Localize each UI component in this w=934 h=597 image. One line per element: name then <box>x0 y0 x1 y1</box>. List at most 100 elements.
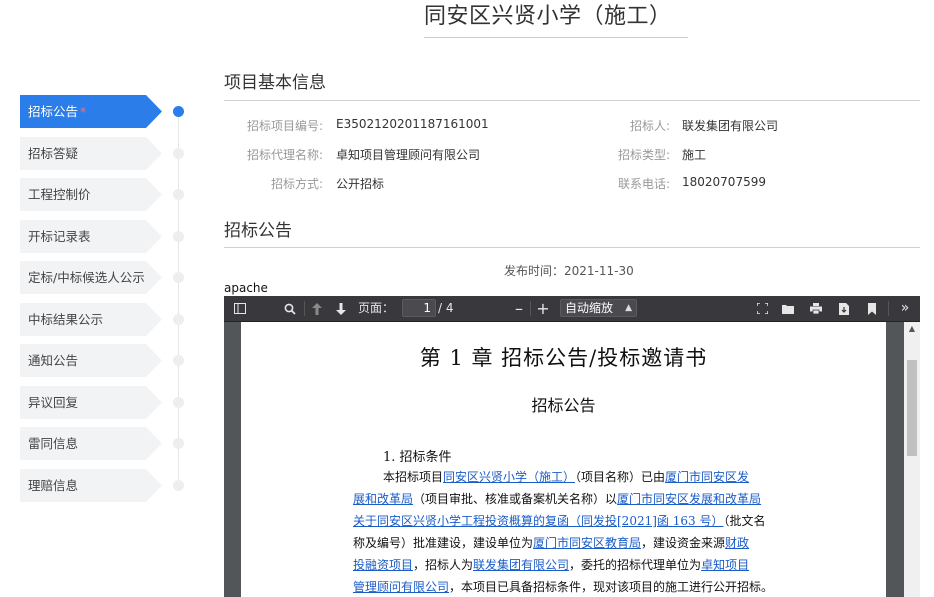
tools-menu-icon[interactable]: » <box>896 296 914 321</box>
bookmark-icon[interactable] <box>864 296 880 321</box>
doc-text: ，招标人为 <box>413 558 474 572</box>
page-total: / 4 <box>438 301 454 315</box>
agency-value: 卓知项目管理顾问有限公司 <box>336 148 481 162</box>
sidebar-item-label: 中标结果公示 <box>28 312 104 327</box>
next-page-icon[interactable] <box>334 296 348 321</box>
scroll-thumb[interactable] <box>907 360 917 456</box>
doc-underlined-text: 同安区兴贤小学（施工） <box>443 470 576 484</box>
method-label: 招标方式: <box>270 177 323 191</box>
doc-text: （项目名称）已由 <box>575 470 666 484</box>
timeline-dot <box>173 397 184 408</box>
doc-underlined-text: 厦门市同安区发展和改革局 <box>617 492 762 506</box>
sidebar-item-bid-notice[interactable]: 招标公告 * <box>20 95 162 128</box>
download-icon[interactable] <box>836 296 852 321</box>
pdf-viewer: 页面： 1 / 4 – + 自动缩放 ▲ » 第 1 章 招标公告/投标邀请书 招… <box>224 296 920 597</box>
timeline-dot <box>173 272 184 283</box>
tenderer-value: 联发集团有限公司 <box>682 119 779 133</box>
sidebar-item-label: 通知公告 <box>28 353 79 368</box>
doc-text: ，委托的招标代理单位为 <box>569 558 702 572</box>
doc-line: 本招标项目同安区兴贤小学（施工）（项目名称）已由厦门市同安区发 <box>383 468 749 485</box>
sidebar-item-control-price[interactable]: 工程控制价 <box>20 178 162 211</box>
doc-line: 投融资项目，招标人为联发集团有限公司，委托的招标代理单位为卓知项目 <box>353 556 749 573</box>
type-value: 施工 <box>682 148 707 162</box>
timeline-dot <box>173 189 184 200</box>
sidebar-item-opening-record[interactable]: 开标记录表 <box>20 220 162 253</box>
sidebar-item-label: 定标/中标候选人公示 <box>28 270 145 285</box>
sidebar-item-bid-qa[interactable]: 招标答疑 <box>20 137 162 170</box>
tenderer-label: 招标人: <box>629 119 670 133</box>
doc-subtitle: 招标公告 <box>531 396 596 415</box>
method-value: 公开招标 <box>336 177 385 191</box>
sidebar-item-label: 理赔信息 <box>28 478 79 493</box>
publish-date: 2021-11-30 <box>564 264 634 278</box>
sidebar-item-label: 异议回复 <box>28 395 79 410</box>
sidebar-item-candidate-notice[interactable]: 定标/中标候选人公示 <box>20 261 162 294</box>
section-heading: 1. 招标条件 <box>383 450 452 465</box>
divider <box>224 247 920 248</box>
search-icon[interactable] <box>282 296 298 321</box>
doc-line: 展和改革局（项目审批、核准或备案机关名称）以厦门市同安区发展和改革局 <box>353 490 761 507</box>
document-page: 第 1 章 招标公告/投标邀请书 招标公告 1. 招标条件 本招标项目同安区兴贤… <box>241 322 886 597</box>
sidebar-toggle-icon[interactable] <box>232 296 248 321</box>
timeline-dot <box>173 314 184 325</box>
zoom-select[interactable]: 自动缩放 ▲ <box>560 299 637 317</box>
doc-underlined-text: 展和改革局 <box>353 492 414 506</box>
print-icon[interactable] <box>808 296 824 321</box>
chapter-title: 第 1 章 招标公告/投标邀请书 <box>419 346 708 370</box>
sidebar-item-objection-reply[interactable]: 异议回复 <box>20 386 162 419</box>
sidebar-item-similarity-info[interactable]: 雷同信息 <box>20 427 162 460</box>
select-caret-icon: ▲ <box>625 303 632 313</box>
doc-underlined-text: 财政 <box>725 536 750 550</box>
timeline-dot <box>173 231 184 242</box>
sidebar-item-claims-info[interactable]: 理赔信息 <box>20 469 162 502</box>
project-no-label: 招标项目编号: <box>246 119 323 133</box>
required-mark: * <box>80 104 87 119</box>
phone-value: 18020707599 <box>682 175 766 189</box>
doc-underlined-text: 卓知项目 <box>701 558 750 572</box>
viewer-frame-label: apache <box>224 281 268 295</box>
agency-label: 招标代理名称: <box>246 148 323 162</box>
doc-text: 称及编号）批准建设，建设单位为 <box>353 536 534 550</box>
doc-text: （批文名 <box>723 514 766 528</box>
divider <box>224 100 920 101</box>
type-label: 招标类型: <box>617 148 670 162</box>
publish-time: 发布时间：2021-11-30 <box>504 262 634 279</box>
doc-underlined-text: 投融资项目 <box>353 558 414 572</box>
notice-title: 招标公告 <box>224 221 292 241</box>
doc-text: ，本项目已具备招标条件，现对该项目的施工进行公开招标。 <box>449 580 774 594</box>
doc-line: 称及编号）批准建设，建设单位为厦门市同安区教育局，建设资金来源财政 <box>353 534 749 551</box>
sidebar-item-label: 工程控制价 <box>28 187 91 202</box>
zoom-value: 自动缩放 <box>565 301 614 315</box>
phone-label: 联系电话: <box>617 177 670 191</box>
doc-underlined-text: 联发集团有限公司 <box>473 558 570 572</box>
open-file-icon[interactable] <box>780 296 796 321</box>
doc-line: 关于同安区兴贤小学工程投资概算的复函（同发投[2021]函 163 号）（批文名 <box>353 512 765 529</box>
doc-text: （项目审批、核准或备案机关名称）以 <box>413 492 618 506</box>
sidebar-item-label: 招标答疑 <box>28 146 79 161</box>
timeline-dot-active <box>173 106 184 117</box>
toolbar-separator <box>888 301 889 316</box>
publish-label: 发布时间： <box>504 264 565 278</box>
sidebar-item-result-notice[interactable]: 中标结果公示 <box>20 303 162 336</box>
timeline-dot <box>173 148 184 159</box>
doc-text: 本招标项目 <box>383 470 444 484</box>
previous-page-icon[interactable] <box>310 296 324 321</box>
toolbar-separator <box>304 301 305 316</box>
pdf-toolbar: 页面： 1 / 4 – + 自动缩放 ▲ » <box>224 296 920 322</box>
page-title: 同安区兴贤小学（施工） <box>424 4 688 38</box>
timeline-line <box>178 112 179 486</box>
scroll-up-arrow-icon[interactable]: ▲ <box>904 322 920 336</box>
project-no-value: E3502120201187161001 <box>336 117 489 131</box>
document-scrollbar[interactable]: ▲ <box>904 322 920 597</box>
doc-underlined-text: 厦门市同安区发 <box>665 470 750 484</box>
timeline-dot <box>173 355 184 366</box>
presentation-mode-icon[interactable] <box>754 296 770 321</box>
sidebar-item-announcements[interactable]: 通知公告 <box>20 344 162 377</box>
page-number-input[interactable]: 1 <box>402 299 436 317</box>
sidebar-item-label: 开标记录表 <box>28 229 91 244</box>
sidebar-item-label: 雷同信息 <box>28 436 79 451</box>
zoom-in-icon[interactable]: + <box>536 296 550 321</box>
zoom-out-icon[interactable]: – <box>512 296 526 321</box>
doc-line: 管理顾问有限公司，本项目已具备招标条件，现对该项目的施工进行公开招标。 <box>353 578 773 595</box>
doc-text: ，建设资金来源 <box>641 536 726 550</box>
